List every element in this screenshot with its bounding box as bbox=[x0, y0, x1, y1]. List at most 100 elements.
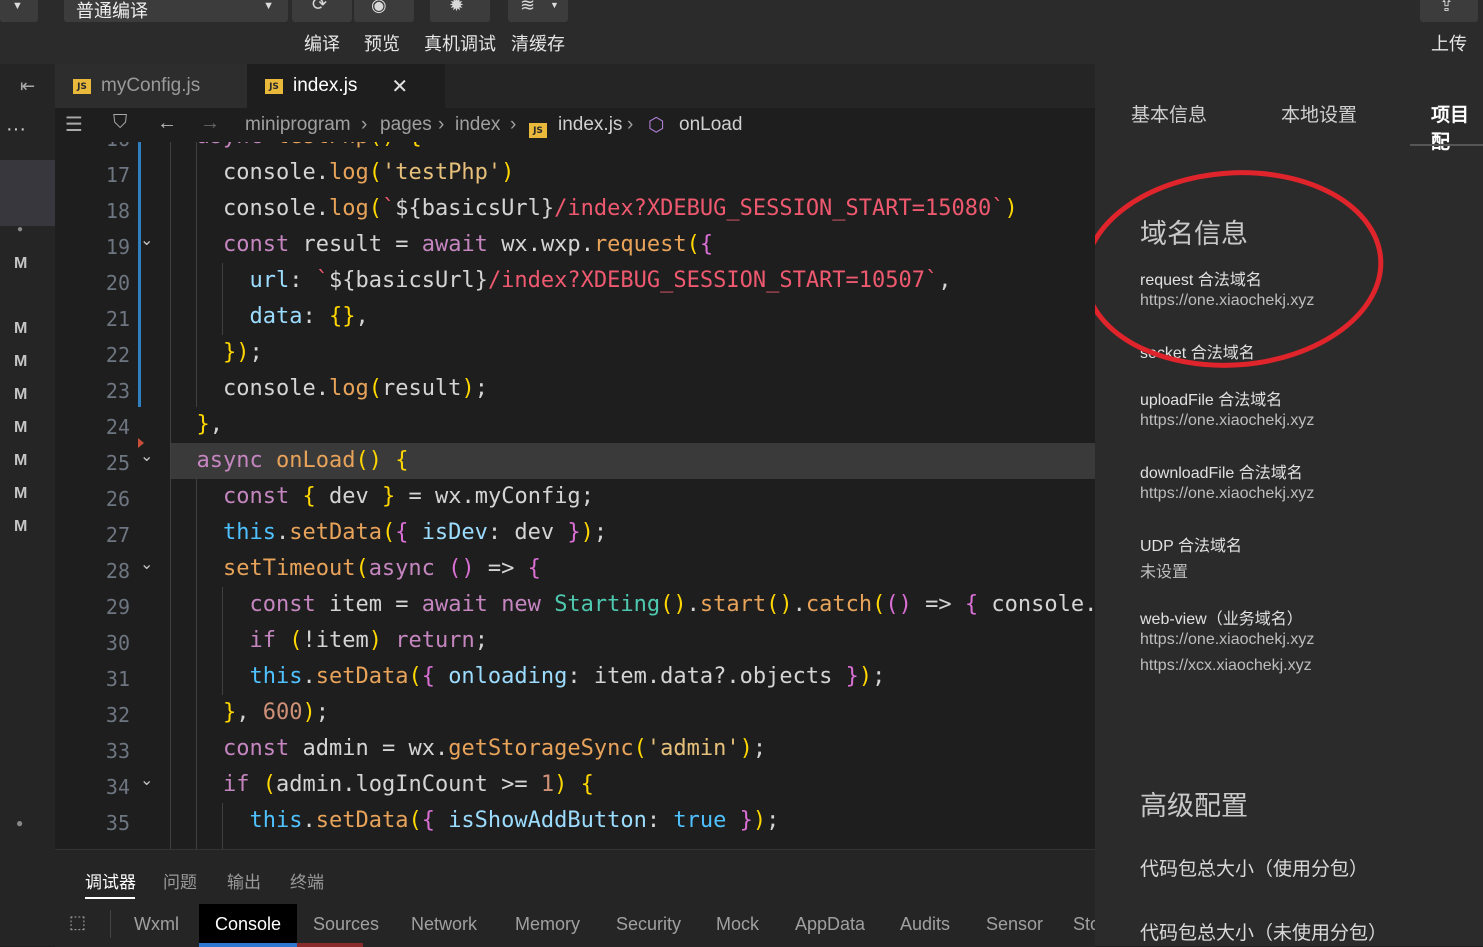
code-line: this.setData({ isDev: dev }); bbox=[222, 520, 608, 545]
line-number: 27 bbox=[105, 523, 130, 547]
fold-chevron-icon[interactable]: ⌄ bbox=[140, 230, 153, 250]
more-icon[interactable]: ··· bbox=[6, 118, 26, 141]
file-tree-stub bbox=[0, 160, 55, 226]
bug-icon: ✹ bbox=[449, 0, 465, 15]
code-line: async testPhp() { bbox=[170, 142, 422, 149]
code-line: }); bbox=[222, 340, 263, 365]
clear-cache-label[interactable]: 清缓存 bbox=[511, 30, 565, 56]
breadcrumb-item[interactable]: miniprogram bbox=[245, 114, 351, 136]
chevron-down-icon: ▼ bbox=[550, 0, 559, 10]
advanced-item: 代码包总大小（未使用分包） bbox=[1140, 923, 1388, 944]
tab-local-settings[interactable]: 本地设置 bbox=[1281, 100, 1357, 127]
tab-audits[interactable]: Audits bbox=[900, 914, 950, 935]
domain-key: socket 合法域名 bbox=[1140, 345, 1255, 362]
tab-appdata[interactable]: AppData bbox=[795, 914, 865, 935]
tab-debugger[interactable]: 调试器 bbox=[85, 868, 136, 893]
clear-cache-button[interactable]: ≋ ▼ bbox=[508, 0, 568, 22]
modified-marker: M bbox=[14, 518, 28, 535]
layers-icon: ≋ bbox=[520, 0, 536, 15]
compile-label[interactable]: 编译 bbox=[304, 30, 340, 56]
fold-chevron-icon[interactable]: ⌄ bbox=[140, 770, 153, 790]
modified-marker: M bbox=[14, 452, 28, 469]
breadcrumb-item[interactable]: pages bbox=[380, 114, 432, 136]
top-toolbar: ▼ 普通编译 ▼ ⟳ ◉ ✹ ≋ ▼ 编译 预览 真机调试 清缓存 ⇪ 上传 bbox=[0, 0, 1483, 64]
code-line: if (!item) return; bbox=[249, 628, 488, 653]
tab-basic-info[interactable]: 基本信息 bbox=[1131, 100, 1207, 127]
remote-debug-label[interactable]: 真机调试 bbox=[424, 30, 496, 56]
collapse-sidebar-icon[interactable]: ⇤ bbox=[20, 76, 35, 97]
project-details-panel: 基本信息 本地设置 项目配 域名信息 request 合法域名 https://… bbox=[1095, 64, 1483, 946]
code-line: url: `${basicsUrl}/index?XDEBUG_SESSION_… bbox=[249, 268, 952, 293]
tab-console[interactable]: Console bbox=[215, 914, 281, 935]
outline-icon[interactable]: ☰ bbox=[65, 112, 83, 137]
tab-sensor[interactable]: Sensor bbox=[986, 914, 1043, 935]
line-number: 18 bbox=[105, 199, 130, 223]
line-number: 26 bbox=[105, 487, 130, 511]
fold-chevron-icon[interactable]: ⌄ bbox=[140, 446, 153, 466]
menu-dropdown-button[interactable]: ▼ bbox=[0, 0, 38, 22]
tab-sources[interactable]: Sources bbox=[313, 914, 379, 935]
active-tab-underline bbox=[1410, 144, 1483, 146]
code-line: setTimeout(async () => { bbox=[222, 556, 541, 581]
domain-value: https://one.xiaochekj.xyz bbox=[1140, 412, 1315, 429]
line-number: 35 bbox=[105, 811, 130, 835]
fold-chevron-icon[interactable]: ⌄ bbox=[140, 554, 153, 574]
tab-memory[interactable]: Memory bbox=[515, 914, 580, 935]
code-editor[interactable]: 16 17 18 19 20 21 22 23 24 25 26 27 28 2… bbox=[55, 142, 1095, 849]
preview-button[interactable]: ◉ bbox=[354, 0, 414, 22]
tab-wxml[interactable]: Wxml bbox=[134, 914, 179, 935]
upload-icon: ⇪ bbox=[1439, 0, 1455, 15]
chevron-right-icon: › bbox=[510, 114, 517, 135]
domain-section-title: 域名信息 bbox=[1140, 219, 1248, 249]
tab-security[interactable]: Security bbox=[616, 914, 681, 935]
line-number: 23 bbox=[105, 379, 130, 403]
line-number: 16 bbox=[55, 142, 130, 151]
activity-bar: ⇤ ··· ● M M M M M M M M ● bbox=[0, 64, 55, 946]
tab-myconfig[interactable]: JS myConfig.js bbox=[55, 64, 263, 108]
editor-tab-bar: JS myConfig.js JS index.js ✕ bbox=[55, 64, 1095, 108]
line-number: 24 bbox=[105, 415, 130, 439]
modified-marker: M bbox=[14, 353, 28, 370]
js-file-icon: JS bbox=[265, 78, 283, 94]
preview-label[interactable]: 预览 bbox=[364, 30, 400, 56]
breadcrumb: ☰ ⛉ ← → miniprogram › pages › index › JS… bbox=[55, 108, 1095, 142]
tab-terminal[interactable]: 终端 bbox=[290, 868, 324, 893]
breadcrumb-item[interactable]: index.js bbox=[558, 114, 622, 136]
advanced-section-title: 高级配置 bbox=[1140, 791, 1248, 821]
code-line: this.setData({ onloading: item.data?.obj… bbox=[249, 664, 886, 689]
tab-network[interactable]: Network bbox=[411, 914, 477, 935]
tab-output[interactable]: 输出 bbox=[227, 868, 261, 893]
forward-arrow-icon[interactable]: → bbox=[200, 112, 220, 135]
code-line: async onLoad() { bbox=[196, 448, 409, 473]
line-number: 31 bbox=[105, 667, 130, 691]
compile-mode-select[interactable]: 普通编译 ▼ bbox=[64, 0, 288, 22]
compile-mode-value: 普通编译 bbox=[76, 1, 148, 21]
back-arrow-icon[interactable]: ← bbox=[157, 112, 177, 135]
js-file-icon: JS bbox=[73, 78, 91, 94]
tab-index[interactable]: JS index.js ✕ bbox=[247, 64, 445, 108]
compile-button[interactable]: ⟳ bbox=[292, 0, 352, 22]
domain-value: https://one.xiaochekj.xyz bbox=[1140, 631, 1315, 648]
tab-problems[interactable]: 问题 bbox=[163, 868, 197, 893]
breadcrumb-item[interactable]: onLoad bbox=[679, 114, 742, 136]
tab-mock[interactable]: Mock bbox=[716, 914, 759, 935]
code-line: const item = await new Starting().start(… bbox=[249, 592, 1095, 617]
upload-button[interactable]: ⇪ bbox=[1420, 0, 1478, 22]
close-icon[interactable]: ✕ bbox=[391, 74, 408, 99]
line-number: 20 bbox=[105, 271, 130, 295]
upload-label[interactable]: 上传 bbox=[1431, 30, 1467, 56]
js-file-icon: JS bbox=[529, 117, 557, 139]
remote-debug-button[interactable]: ✹ bbox=[430, 0, 490, 22]
breadcrumb-item[interactable]: index bbox=[455, 114, 500, 136]
line-number: 30 bbox=[105, 631, 130, 655]
active-tab-underline bbox=[199, 943, 297, 947]
domain-value: 未设置 bbox=[1140, 564, 1189, 581]
element-picker-icon[interactable]: ⬚ bbox=[69, 912, 86, 933]
bookmark-icon[interactable]: ⛉ bbox=[113, 112, 127, 134]
active-tab-underline bbox=[85, 897, 135, 899]
tab-label: index.js bbox=[293, 75, 358, 96]
chevron-right-icon: › bbox=[361, 114, 368, 135]
code-line: console.log(result); bbox=[222, 376, 488, 401]
tab-label: myConfig.js bbox=[101, 75, 201, 96]
line-number: 29 bbox=[105, 595, 130, 619]
